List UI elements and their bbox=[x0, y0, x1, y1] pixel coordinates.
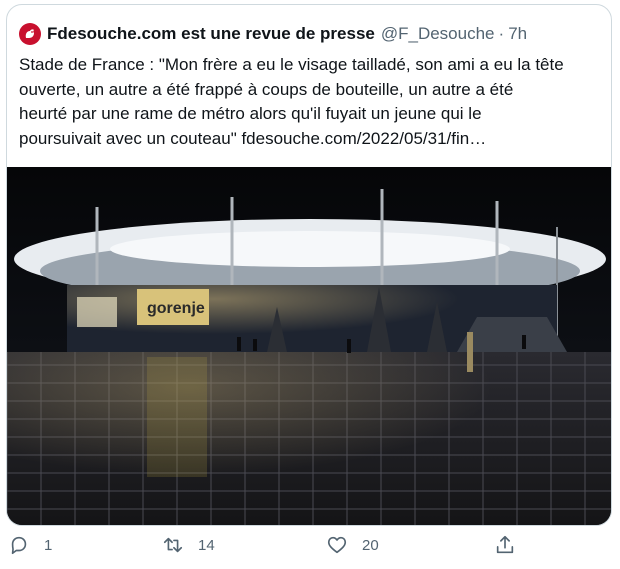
share-icon bbox=[496, 535, 514, 554]
reply-icon bbox=[11, 536, 27, 555]
separator-dot: · bbox=[498, 24, 505, 43]
reply-count: 1 bbox=[44, 536, 53, 554]
author-handle[interactable]: @F_Desouche bbox=[381, 24, 495, 44]
tweet-card[interactable]: Fdesouche.com est une revue de presse @F… bbox=[6, 4, 612, 526]
author-name[interactable]: Fdesouche.com est une revue de presse bbox=[47, 24, 375, 44]
like-button[interactable]: 20 bbox=[326, 534, 379, 556]
rooster-logo-icon bbox=[25, 29, 34, 38]
tweet-text: Stade de France : "Mon frère a eu le vis… bbox=[19, 55, 564, 148]
image-sign-text: gorenje bbox=[147, 300, 205, 317]
retweet-count: 14 bbox=[198, 536, 215, 554]
retweet-button[interactable]: 14 bbox=[162, 534, 215, 556]
heart-icon bbox=[327, 536, 347, 554]
tweet-time[interactable]: 7h bbox=[508, 24, 527, 44]
share-button[interactable] bbox=[494, 534, 516, 556]
tweet-header: Fdesouche.com est une revue de presse @F… bbox=[19, 23, 527, 45]
tweet-image[interactable]: gorenje bbox=[7, 167, 612, 526]
like-count: 20 bbox=[362, 536, 379, 554]
tweet-actions: 1 14 20 bbox=[0, 528, 620, 569]
avatar[interactable] bbox=[19, 23, 41, 45]
reply-button[interactable]: 1 bbox=[8, 534, 52, 556]
retweet-icon bbox=[163, 537, 183, 553]
